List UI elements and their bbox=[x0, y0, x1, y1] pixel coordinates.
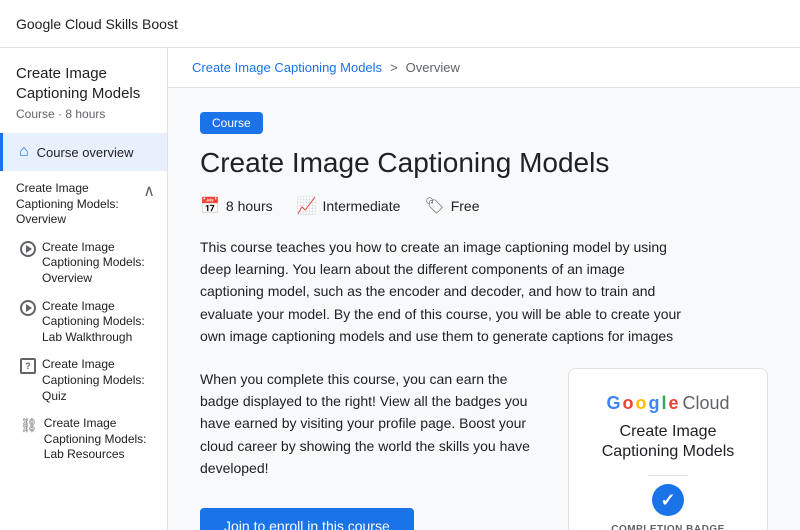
sidebar-section-header[interactable]: Create Image Captioning Models: Overview… bbox=[0, 171, 167, 234]
sidebar-item-text: Create Image Captioning Models: Overview bbox=[42, 240, 155, 287]
main-layout: Create Image Captioning Models Course · … bbox=[0, 48, 800, 530]
level-meta: 📈 Intermediate bbox=[297, 196, 401, 216]
sidebar-item-text: Create Image Captioning Models: Lab Walk… bbox=[42, 299, 155, 346]
play-triangle bbox=[26, 304, 32, 312]
duration-value: 8 hours bbox=[226, 198, 273, 214]
check-icon: ✓ bbox=[660, 490, 675, 511]
cloud-text: Cloud bbox=[683, 393, 730, 414]
badge-title: Create Image Captioning Models bbox=[585, 422, 751, 464]
content-area: Create Image Captioning Models > Overvie… bbox=[168, 48, 800, 530]
badge-card: Google Cloud Create Image Captioning Mod… bbox=[568, 368, 768, 530]
app-title: Google Cloud Skills Boost bbox=[16, 16, 178, 32]
link-icon: ⛓ bbox=[20, 417, 38, 434]
price-meta: 🏷 Free bbox=[424, 196, 479, 216]
calendar-icon: 📅 bbox=[200, 196, 220, 216]
breadcrumb-separator: > bbox=[390, 60, 398, 75]
sidebar-item-text: Create Image Captioning Models: Lab Reso… bbox=[44, 416, 155, 463]
quiz-icon: ? bbox=[20, 358, 36, 374]
badge-divider bbox=[648, 475, 688, 476]
play-circle-icon bbox=[20, 300, 36, 316]
l-letter: l bbox=[661, 393, 666, 414]
tag-icon: 🏷 bbox=[424, 196, 444, 216]
course-description: This course teaches you how to create an… bbox=[200, 236, 690, 348]
list-item[interactable]: Create Image Captioning Models: Overview bbox=[0, 234, 167, 293]
g-letter-2: g bbox=[648, 393, 659, 414]
completion-text-block: When you complete this course, you can e… bbox=[200, 368, 536, 530]
play-triangle bbox=[26, 245, 32, 253]
google-cloud-logo: Google Cloud bbox=[606, 393, 729, 414]
breadcrumb: Create Image Captioning Models > Overvie… bbox=[168, 48, 800, 88]
content-body: Course Create Image Captioning Models 📅 … bbox=[168, 88, 800, 530]
chart-icon: 📈 bbox=[297, 196, 317, 216]
list-item[interactable]: ? Create Image Captioning Models: Quiz bbox=[0, 351, 167, 410]
enroll-section: Join to enroll in this course bbox=[200, 508, 536, 530]
sidebar-item-text: Create Image Captioning Models: Quiz bbox=[42, 357, 155, 404]
badge-check-circle: ✓ bbox=[652, 484, 684, 516]
completion-text: When you complete this course, you can e… bbox=[200, 368, 536, 480]
sidebar: Create Image Captioning Models Course · … bbox=[0, 48, 168, 530]
o-letter-1: o bbox=[622, 393, 633, 414]
course-overview-nav[interactable]: ⌂ Course overview bbox=[0, 133, 167, 171]
page-title: Create Image Captioning Models bbox=[200, 146, 768, 180]
list-item[interactable]: Create Image Captioning Models: Lab Walk… bbox=[0, 293, 167, 352]
course-tag: Course bbox=[200, 112, 263, 134]
badge-label: COMPLETION BADGE bbox=[611, 524, 725, 530]
g-letter: G bbox=[606, 393, 620, 414]
breadcrumb-current: Overview bbox=[406, 60, 460, 75]
o-letter-2: o bbox=[635, 393, 646, 414]
sidebar-section-title: Create Image Captioning Models: Overview bbox=[16, 181, 139, 228]
completion-section: When you complete this course, you can e… bbox=[200, 368, 768, 530]
list-item[interactable]: ⛓ Create Image Captioning Models: Lab Re… bbox=[0, 410, 167, 469]
breadcrumb-link[interactable]: Create Image Captioning Models bbox=[192, 60, 382, 75]
duration-meta: 📅 8 hours bbox=[200, 196, 273, 216]
top-header: Google Cloud Skills Boost bbox=[0, 0, 800, 48]
sidebar-course-meta: Course · 8 hours bbox=[0, 107, 167, 133]
e-letter: e bbox=[668, 393, 678, 414]
course-meta-row: 📅 8 hours 📈 Intermediate 🏷 Free bbox=[200, 196, 768, 216]
level-value: Intermediate bbox=[323, 198, 401, 214]
nav-item-label: Course overview bbox=[37, 145, 134, 160]
sidebar-course-title: Create Image Captioning Models bbox=[0, 48, 167, 107]
play-circle-icon bbox=[20, 241, 36, 257]
enroll-button[interactable]: Join to enroll in this course bbox=[200, 508, 414, 530]
chevron-up-icon: ∧ bbox=[143, 181, 155, 201]
price-value: Free bbox=[451, 198, 480, 214]
home-icon: ⌂ bbox=[19, 143, 29, 161]
